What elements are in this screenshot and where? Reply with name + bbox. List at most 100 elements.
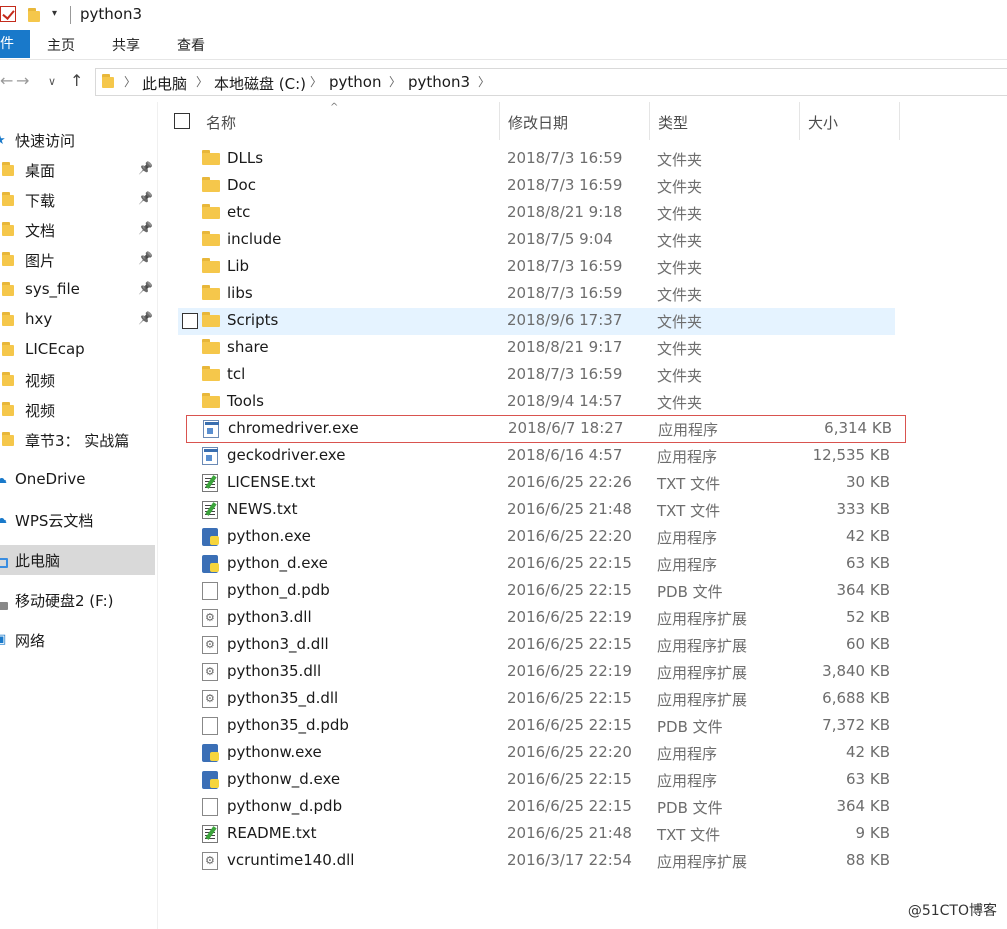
forward-arrow-icon[interactable]: → xyxy=(16,71,29,90)
file-type: 文件夹 xyxy=(657,286,703,304)
sidebar-item[interactable]: 下载 📌 xyxy=(0,185,155,215)
file-row[interactable]: etc 2018/8/21 9:18 文件夹 xyxy=(178,200,895,227)
pin-icon[interactable]: 📌 xyxy=(138,221,153,235)
pin-icon[interactable]: 📌 xyxy=(138,191,153,205)
chevron-right-icon[interactable]: 〉 xyxy=(389,73,401,90)
breadcrumb-python3[interactable]: python3 xyxy=(408,73,470,91)
sidebar-item[interactable]: LICEcap xyxy=(0,335,155,365)
txt-icon xyxy=(202,474,218,492)
file-row[interactable]: README.txt 2016/6/25 21:48 TXT 文件 9 KB xyxy=(178,821,895,848)
file-type: 文件夹 xyxy=(657,232,703,250)
chevron-right-icon[interactable]: 〉 xyxy=(310,73,322,90)
file-row[interactable]: python35.dll 2016/6/25 22:19 应用程序扩展 3,840 K… xyxy=(178,659,895,686)
folder-icon xyxy=(2,402,16,416)
sidebar-item[interactable]: 章节3： 实战篇 xyxy=(0,425,155,455)
file-name: python_d.exe xyxy=(227,554,328,572)
file-row[interactable]: Scripts 2018/9/6 17:37 文件夹 xyxy=(178,308,895,335)
tab-file[interactable]: 件 xyxy=(0,30,30,58)
file-row[interactable]: NEWS.txt 2016/6/25 21:48 TXT 文件 333 KB xyxy=(178,497,895,524)
address-bar[interactable]: 〉 此电脑 〉 本地磁盘 (C:) 〉 python 〉 python3 〉 xyxy=(95,68,1007,96)
sidebar-item[interactable]: ☁ WPS云文档 xyxy=(0,505,155,535)
file-size: 63 KB xyxy=(846,554,890,572)
select-all-checkbox[interactable] xyxy=(174,113,190,129)
sidebar-item[interactable]: sys_file 📌 xyxy=(0,275,155,305)
file-row[interactable]: python3_d.dll 2016/6/25 22:15 应用程序扩展 60 KB xyxy=(178,632,895,659)
navigation-bar: ← → ∨ ↑ 〉 此电脑 〉 本地磁盘 (C:) 〉 python 〉 pyt… xyxy=(0,60,1007,102)
txt-icon xyxy=(202,501,218,519)
sidebar-item[interactable]: 视频 xyxy=(0,395,155,425)
tab-share[interactable]: 共享 xyxy=(112,35,140,55)
desktop-folder-icon xyxy=(2,162,16,176)
file-row[interactable]: pythonw.exe 2016/6/25 22:20 应用程序 42 KB xyxy=(178,740,895,767)
column-header-size[interactable]: 大小 xyxy=(800,102,900,140)
column-header-name[interactable]: 名称 xyxy=(198,102,500,140)
python-icon xyxy=(202,555,219,573)
pictures-folder-icon xyxy=(2,252,16,266)
row-checkbox[interactable] xyxy=(182,313,198,329)
file-row[interactable]: geckodriver.exe 2018/6/16 4:57 应用程序 12,535 … xyxy=(178,443,895,470)
file-date: 2018/6/7 18:27 xyxy=(508,419,624,437)
file-row[interactable]: libs 2018/7/3 16:59 文件夹 xyxy=(178,281,895,308)
file-row[interactable]: Tools 2018/9/4 14:57 文件夹 xyxy=(178,389,895,416)
tab-view[interactable]: 查看 xyxy=(177,35,205,55)
file-type: 应用程序扩展 xyxy=(657,691,748,709)
chevron-down-icon[interactable]: ▾ xyxy=(52,8,57,19)
file-row[interactable]: tcl 2018/7/3 16:59 文件夹 xyxy=(178,362,895,389)
breadcrumb-this-pc[interactable]: 此电脑 xyxy=(142,73,187,94)
chevron-right-icon[interactable]: 〉 xyxy=(478,73,490,90)
breadcrumb-local-disk[interactable]: 本地磁盘 (C:) xyxy=(214,73,306,94)
chevron-right-icon[interactable]: 〉 xyxy=(124,73,136,90)
this-pc-icon xyxy=(0,554,8,572)
file-row[interactable]: Doc 2018/7/3 16:59 文件夹 xyxy=(178,173,895,200)
file-row[interactable]: pythonw_d.pdb 2016/6/25 22:15 PDB 文件 364 KB xyxy=(178,794,895,821)
sidebar-item[interactable]: 文档 📌 xyxy=(0,215,155,245)
file-row[interactable]: chromedriver.exe 2018/6/7 18:27 应用程序 6,314 … xyxy=(186,415,906,443)
breadcrumb-python[interactable]: python xyxy=(329,73,381,91)
file-type: TXT 文件 xyxy=(657,826,721,844)
file-name: python35.dll xyxy=(227,662,322,680)
properties-check-icon[interactable] xyxy=(0,6,16,22)
file-size: 52 KB xyxy=(846,608,890,626)
pin-icon[interactable]: 📌 xyxy=(138,251,153,265)
pin-icon[interactable]: 📌 xyxy=(138,311,153,325)
tab-home[interactable]: 主页 xyxy=(47,35,75,55)
up-arrow-icon[interactable]: ↑ xyxy=(70,71,83,90)
sidebar-item[interactable]: ☁ OneDrive xyxy=(0,465,155,495)
pin-icon[interactable]: 📌 xyxy=(138,161,153,175)
file-row[interactable]: python_d.exe 2016/6/25 22:15 应用程序 63 KB xyxy=(178,551,895,578)
sidebar-item[interactable]: 桌面 📌 xyxy=(0,155,155,185)
folder-icon xyxy=(202,177,220,193)
file-row[interactable]: Lib 2018/7/3 16:59 文件夹 xyxy=(178,254,895,281)
file-row[interactable]: python35_d.pdb 2016/6/25 22:15 PDB 文件 7,372… xyxy=(178,713,895,740)
column-header-date[interactable]: 修改日期 xyxy=(500,102,650,140)
sidebar-item[interactable]: ▣ 网络 xyxy=(0,625,155,655)
sidebar-item[interactable]: hxy 📌 xyxy=(0,305,155,335)
file-type: 文件夹 xyxy=(657,205,703,223)
pin-icon[interactable]: 📌 xyxy=(138,281,153,295)
file-row[interactable]: python_d.pdb 2016/6/25 22:15 PDB 文件 364 KB xyxy=(178,578,895,605)
new-folder-icon[interactable] xyxy=(28,8,42,22)
sidebar-item[interactable]: 图片 📌 xyxy=(0,245,155,275)
chevron-right-icon[interactable]: 〉 xyxy=(196,73,208,90)
file-row[interactable]: python3.dll 2016/6/25 22:19 应用程序扩展 52 KB xyxy=(178,605,895,632)
file-name: chromedriver.exe xyxy=(228,419,359,437)
recent-locations-chevron-icon[interactable]: ∨ xyxy=(48,75,56,88)
sidebar-item[interactable]: ★ 快速访问 xyxy=(0,125,155,155)
sidebar-item[interactable]: 移动硬盘2 (F:) xyxy=(0,585,155,615)
dll-icon xyxy=(202,852,218,870)
file-size: 30 KB xyxy=(846,473,890,491)
file-row[interactable]: DLLs 2018/7/3 16:59 文件夹 xyxy=(178,146,895,173)
file-row[interactable]: python35_d.dll 2016/6/25 22:15 应用程序扩展 6,688… xyxy=(178,686,895,713)
sidebar-item[interactable]: 视频 xyxy=(0,365,155,395)
back-arrow-icon[interactable]: ← xyxy=(0,71,13,90)
sidebar-item[interactable]: 此电脑 xyxy=(0,545,155,575)
file-row[interactable]: share 2018/8/21 9:17 文件夹 xyxy=(178,335,895,362)
column-header-type[interactable]: 类型 xyxy=(650,102,800,140)
file-row[interactable]: pythonw_d.exe 2016/6/25 22:15 应用程序 63 KB xyxy=(178,767,895,794)
navigation-pane: ★快速访问桌面📌下载📌文档📌图片📌sys_file📌hxy📌LICEcap视频视… xyxy=(0,102,158,929)
column-headers: ^ 名称 修改日期 类型 大小 xyxy=(160,102,1007,140)
file-row[interactable]: vcruntime140.dll 2016/3/17 22:54 应用程序扩展 88 … xyxy=(178,848,895,875)
file-row[interactable]: include 2018/7/5 9:04 文件夹 xyxy=(178,227,895,254)
file-row[interactable]: LICENSE.txt 2016/6/25 22:26 TXT 文件 30 KB xyxy=(178,470,895,497)
file-row[interactable]: python.exe 2016/6/25 22:20 应用程序 42 KB xyxy=(178,524,895,551)
